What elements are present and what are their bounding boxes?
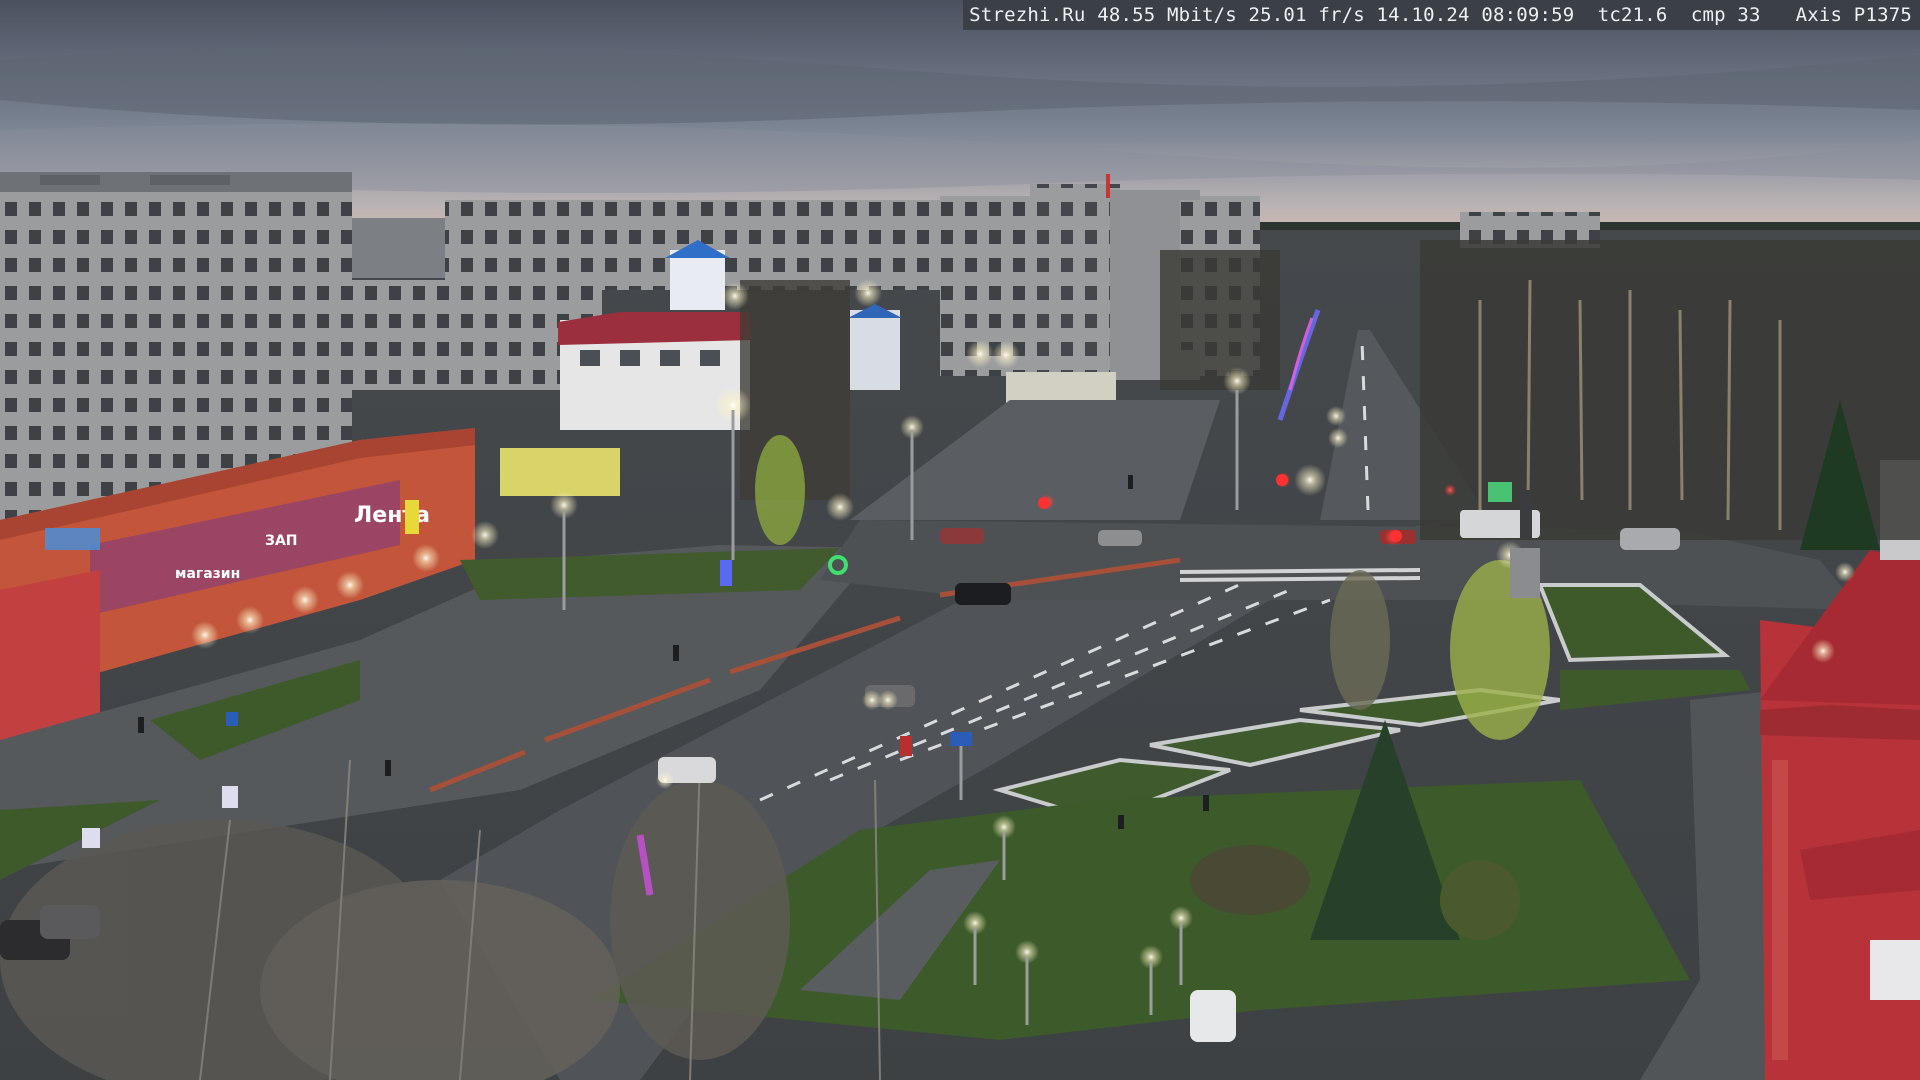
osd-bitrate: 48.55 Mbit/s [1097,4,1237,26]
osd-cmp: cmp 33 [1690,4,1761,26]
osd-site: Strezhi.Ru [969,4,1086,26]
right-forest [1420,240,1920,550]
scene-svg: Лента магазин ЗАП [0,0,1920,1080]
camera-osd-overlay: Strezhi.Ru 48.55 Mbit/s 25.01 fr/s 14.10… [963,0,1920,30]
osd-time: 08:09:59 [1481,4,1575,26]
osd-framerate: 25.01 fr/s [1248,4,1365,26]
mall-sign-shop: магазин [175,566,240,582]
webcam-scene: Лента магазин ЗАП [0,0,1920,1080]
osd-date: 14.10.24 [1376,4,1470,26]
osd-tc: tc21.6 [1597,4,1668,26]
osd-camera: Axis P1375 [1795,4,1912,26]
upper-trees [1160,250,1280,390]
mall-sign-mid: ЗАП [265,533,298,549]
mall-sign-blue [45,528,100,550]
